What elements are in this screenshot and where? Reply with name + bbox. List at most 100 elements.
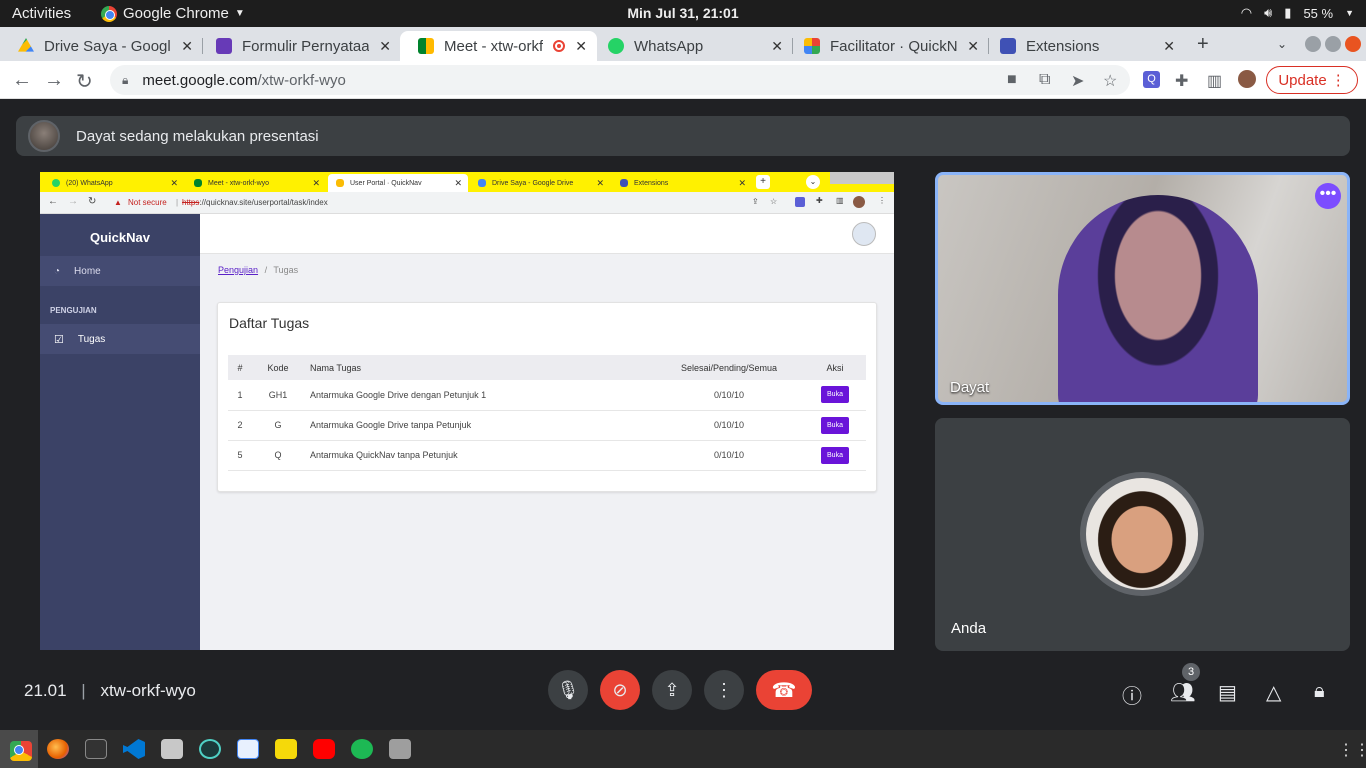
back-icon[interactable]: ← (12, 69, 32, 92)
microphone-button[interactable]: 🎙︎ (548, 670, 588, 710)
update-button[interactable]: Update ⋮ (1266, 66, 1358, 94)
tab-extensions[interactable]: Extensions ✕ (982, 31, 1185, 61)
terminal-icon[interactable] (85, 739, 107, 759)
camera-off-button[interactable]: ⊘ (600, 670, 640, 710)
battery-level: 55 % (1303, 5, 1334, 21)
self-avatar (1080, 472, 1204, 596)
sidebar-section-title: PENGUJIAN (50, 306, 97, 315)
minimize-button[interactable] (1305, 36, 1321, 52)
shared-tab-title: User Portal · QuickNav (350, 179, 422, 187)
tab-meet[interactable]: Meet - xtw-orkf- ✕ (400, 31, 597, 61)
banner-text: Dayat sedang melakukan presentasi (76, 127, 319, 145)
forward-icon: → (68, 196, 78, 207)
system-tray[interactable]: ◠ 🔊︎ ▮ 55 % ▼ (1241, 5, 1354, 21)
tab-drive[interactable]: Drive Saya - Google ✕ (0, 31, 203, 61)
presenter-tile[interactable]: ••• Dayat (935, 172, 1350, 405)
host-controls-icon[interactable]: 🔒︎ (1314, 680, 1325, 703)
close-icon[interactable]: ✕ (1163, 38, 1175, 55)
close-icon[interactable]: ✕ (771, 38, 783, 55)
shared-screen[interactable]: (20) WhatsApp ✕ Meet - xtw-orkf-wyo ✕ User… (40, 172, 894, 650)
column-header: Aksi (804, 355, 866, 380)
app-menu[interactable]: Google Chrome ▼ (101, 5, 245, 22)
breadcrumb: Pengujian / Tugas (218, 265, 299, 275)
dashboard-icon: ◔ (54, 265, 61, 277)
more-vert-icon: ⋮ (1330, 72, 1346, 89)
close-icon[interactable]: ✕ (967, 38, 979, 55)
breadcrumb-current: Tugas (273, 265, 299, 275)
reload-icon[interactable]: ↻ (76, 69, 93, 94)
send-icon[interactable]: ➤ (1071, 71, 1084, 91)
tab-search-button[interactable]: ⌄ (1277, 37, 1287, 51)
shared-tab: Drive Saya - Google Drive ✕ (470, 174, 610, 192)
shared-tab-active: User Portal · QuickNav ✕ (328, 174, 468, 192)
app-grid-icon[interactable]: ⋮⋮ (1338, 740, 1366, 760)
forms-icon (216, 38, 232, 54)
notes-icon[interactable] (275, 739, 297, 759)
sidebar-item-label: Home (74, 265, 101, 277)
cell-nama: Antarmuka QuickNav tanpa Petunjuk (304, 440, 654, 471)
url-scheme: https (182, 198, 200, 207)
extension-q-icon (795, 197, 805, 207)
firefox-icon[interactable] (47, 739, 69, 759)
camera-icon[interactable]: ■ (1007, 71, 1017, 89)
profile-avatar[interactable] (1238, 70, 1256, 88)
extensions-icon: ✚ (816, 196, 823, 205)
youtube-icon[interactable] (313, 739, 335, 759)
not-secure-label: Not secure (128, 198, 167, 207)
app-icon[interactable] (199, 739, 221, 759)
people-icon[interactable]: 👥︎ (1170, 680, 1195, 705)
document-icon[interactable] (237, 739, 259, 759)
tab-title: Extensions (1026, 37, 1100, 55)
url-path: /xtw-orkf-wyo (257, 71, 346, 89)
self-tile[interactable]: Anda (935, 418, 1350, 651)
shared-tab: Meet - xtw-orkf-wyo ✕ (186, 174, 326, 192)
shared-tab: (20) WhatsApp ✕ (44, 174, 184, 192)
files-icon[interactable] (161, 739, 183, 759)
volume-icon: 🔊︎ (1264, 5, 1273, 20)
info-icon[interactable]: ⓘ (1122, 680, 1142, 709)
present-button[interactable]: ⇪ (652, 670, 692, 710)
close-icon[interactable]: ✕ (379, 38, 391, 55)
leave-call-button[interactable]: ☎︎ (756, 670, 812, 710)
meet-icon (194, 179, 202, 187)
tab-forms[interactable]: Formulir Pernyataa ✕ (198, 31, 401, 61)
address-bar[interactable]: 🔒︎ meet.google.com/xtw-orkf-wyo (110, 65, 1130, 95)
more-options-button[interactable]: ⋮ (704, 670, 744, 710)
more-options-icon[interactable]: ••• (1315, 183, 1341, 209)
task-card: Daftar Tugas # Kode Nama Tugas Selesai/P… (217, 302, 877, 492)
tab-whatsapp[interactable]: WhatsApp ✕ (590, 31, 793, 61)
shared-tab-strip: (20) WhatsApp ✕ Meet - xtw-orkf-wyo ✕ User… (40, 172, 894, 192)
chrome-icon (101, 5, 117, 22)
extension-q-icon[interactable]: Q (1143, 71, 1160, 88)
tab-facilitator[interactable]: Facilitator · QuickN ✕ (786, 31, 989, 61)
chrome-icon[interactable] (10, 741, 32, 761)
activities-icon[interactable]: △ (1266, 680, 1281, 705)
open-external-icon[interactable]: ⧉ (1039, 71, 1050, 89)
table-row: 5 Q Antarmuka QuickNav tanpa Petunjuk 0/… (228, 440, 866, 471)
tab-title: WhatsApp (634, 37, 704, 55)
close-window-button[interactable] (1345, 36, 1361, 52)
tab-strip: Drive Saya - Google ✕ Formulir Pernyataa… (0, 27, 1366, 61)
task-table: # Kode Nama Tugas Selesai/Pending/Semua … (228, 355, 866, 471)
meeting-time: 21.01 (24, 681, 67, 700)
spotify-icon[interactable] (351, 739, 373, 759)
chevron-down-icon: ▼ (234, 8, 245, 19)
camera-app-icon[interactable] (389, 739, 411, 759)
star-icon[interactable]: ☆ (1103, 71, 1117, 91)
side-panel-icon[interactable]: ▥ (1207, 71, 1222, 91)
new-tab-button: + (756, 175, 770, 189)
column-header: Nama Tugas (304, 355, 654, 380)
column-header: # (228, 355, 252, 380)
chat-icon[interactable]: ▤ (1218, 680, 1237, 705)
close-icon[interactable]: ✕ (575, 38, 587, 55)
new-tab-button[interactable]: + (1197, 33, 1209, 56)
cell-nama: Antarmuka Google Drive dengan Petunjuk 1 (304, 380, 654, 411)
puzzle-icon (1000, 38, 1016, 54)
activities-button[interactable]: Activities (12, 5, 71, 22)
close-icon[interactable]: ✕ (181, 38, 193, 55)
maximize-button[interactable] (1325, 36, 1341, 52)
forward-icon[interactable]: → (44, 69, 64, 92)
puzzle-icon (620, 179, 628, 187)
meet-icon (418, 38, 434, 54)
extensions-icon[interactable]: ✚ (1175, 71, 1188, 91)
